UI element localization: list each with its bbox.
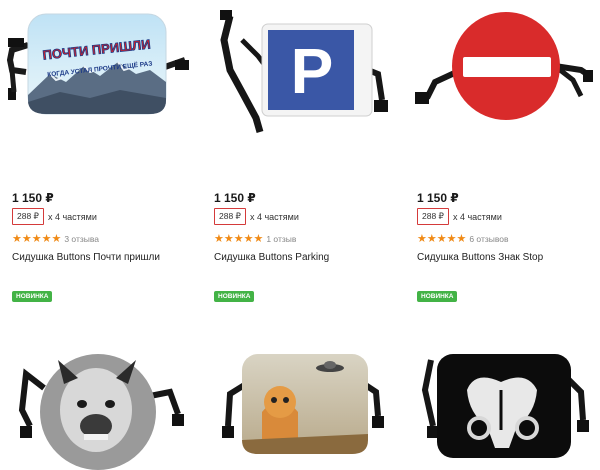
product-image[interactable]: ПОЧТИ ПРИШЛИ КОГДА УСТАЛ ПРОЧТИ ЕЩЁ РАЗ — [0, 0, 190, 160]
product-card[interactable]: P 1 150 ₽ 288 ₽ х 4 частями ★★★★★ 1 отзы… — [202, 0, 392, 310]
review-count[interactable]: 3 отзыва — [64, 234, 99, 244]
installment-label: х 4 частями — [249, 211, 299, 222]
product-title[interactable]: Сидушка Buttons Parking — [214, 252, 329, 263]
product-card[interactable]: 1 150 ₽ 288 ₽ х 4 частями ★★★★★ 6 отзыво… — [405, 0, 595, 310]
review-count[interactable]: 6 отзывов — [469, 234, 508, 244]
product-card[interactable] — [0, 330, 190, 470]
rating: ★★★★★ 1 отзыв — [214, 232, 296, 245]
product-grid: ПОЧТИ ПРИШЛИ КОГДА УСТАЛ ПРОЧТИ ЕЩЁ РАЗ … — [0, 0, 600, 470]
product-image[interactable] — [405, 330, 595, 470]
product-price: 1 150 ₽ — [417, 191, 459, 205]
installment: 288 ₽ х 4 частями — [417, 208, 502, 225]
image-parking-letter: P — [291, 35, 334, 107]
product-card[interactable]: ПОЧТИ ПРИШЛИ КОГДА УСТАЛ ПРОЧТИ ЕЩЁ РАЗ … — [0, 0, 190, 310]
new-badge: НОВИНКА — [214, 291, 255, 302]
product-title[interactable]: Сидушка Buttons Почти пришли — [12, 252, 160, 263]
rating: ★★★★★ 6 отзывов — [417, 232, 509, 245]
star-icon: ★★★★★ — [12, 233, 62, 245]
rating: ★★★★★ 3 отзыва — [12, 232, 99, 245]
installment-amount[interactable]: 288 ₽ — [214, 208, 246, 225]
installment-label: х 4 частями — [47, 211, 97, 222]
product-card[interactable] — [405, 330, 595, 470]
new-badge: НОВИНКА — [12, 291, 53, 302]
product-image[interactable] — [0, 330, 190, 470]
product-image[interactable]: P — [202, 0, 392, 160]
star-icon: ★★★★★ — [417, 233, 467, 245]
installment-label: х 4 частями — [452, 211, 502, 222]
product-price: 1 150 ₽ — [214, 191, 256, 205]
product-price: 1 150 ₽ — [12, 191, 54, 205]
installment-amount[interactable]: 288 ₽ — [417, 208, 449, 225]
new-badge: НОВИНКА — [417, 291, 458, 302]
star-icon: ★★★★★ — [214, 233, 264, 245]
installment: 288 ₽ х 4 частями — [12, 208, 97, 225]
product-image[interactable] — [202, 330, 392, 470]
product-title[interactable]: Сидушка Buttons Знак Stop — [417, 252, 543, 263]
installment-amount[interactable]: 288 ₽ — [12, 208, 44, 225]
product-image[interactable] — [405, 0, 595, 160]
installment: 288 ₽ х 4 частями — [214, 208, 299, 225]
product-card[interactable] — [202, 330, 392, 470]
review-count[interactable]: 1 отзыв — [266, 234, 296, 244]
